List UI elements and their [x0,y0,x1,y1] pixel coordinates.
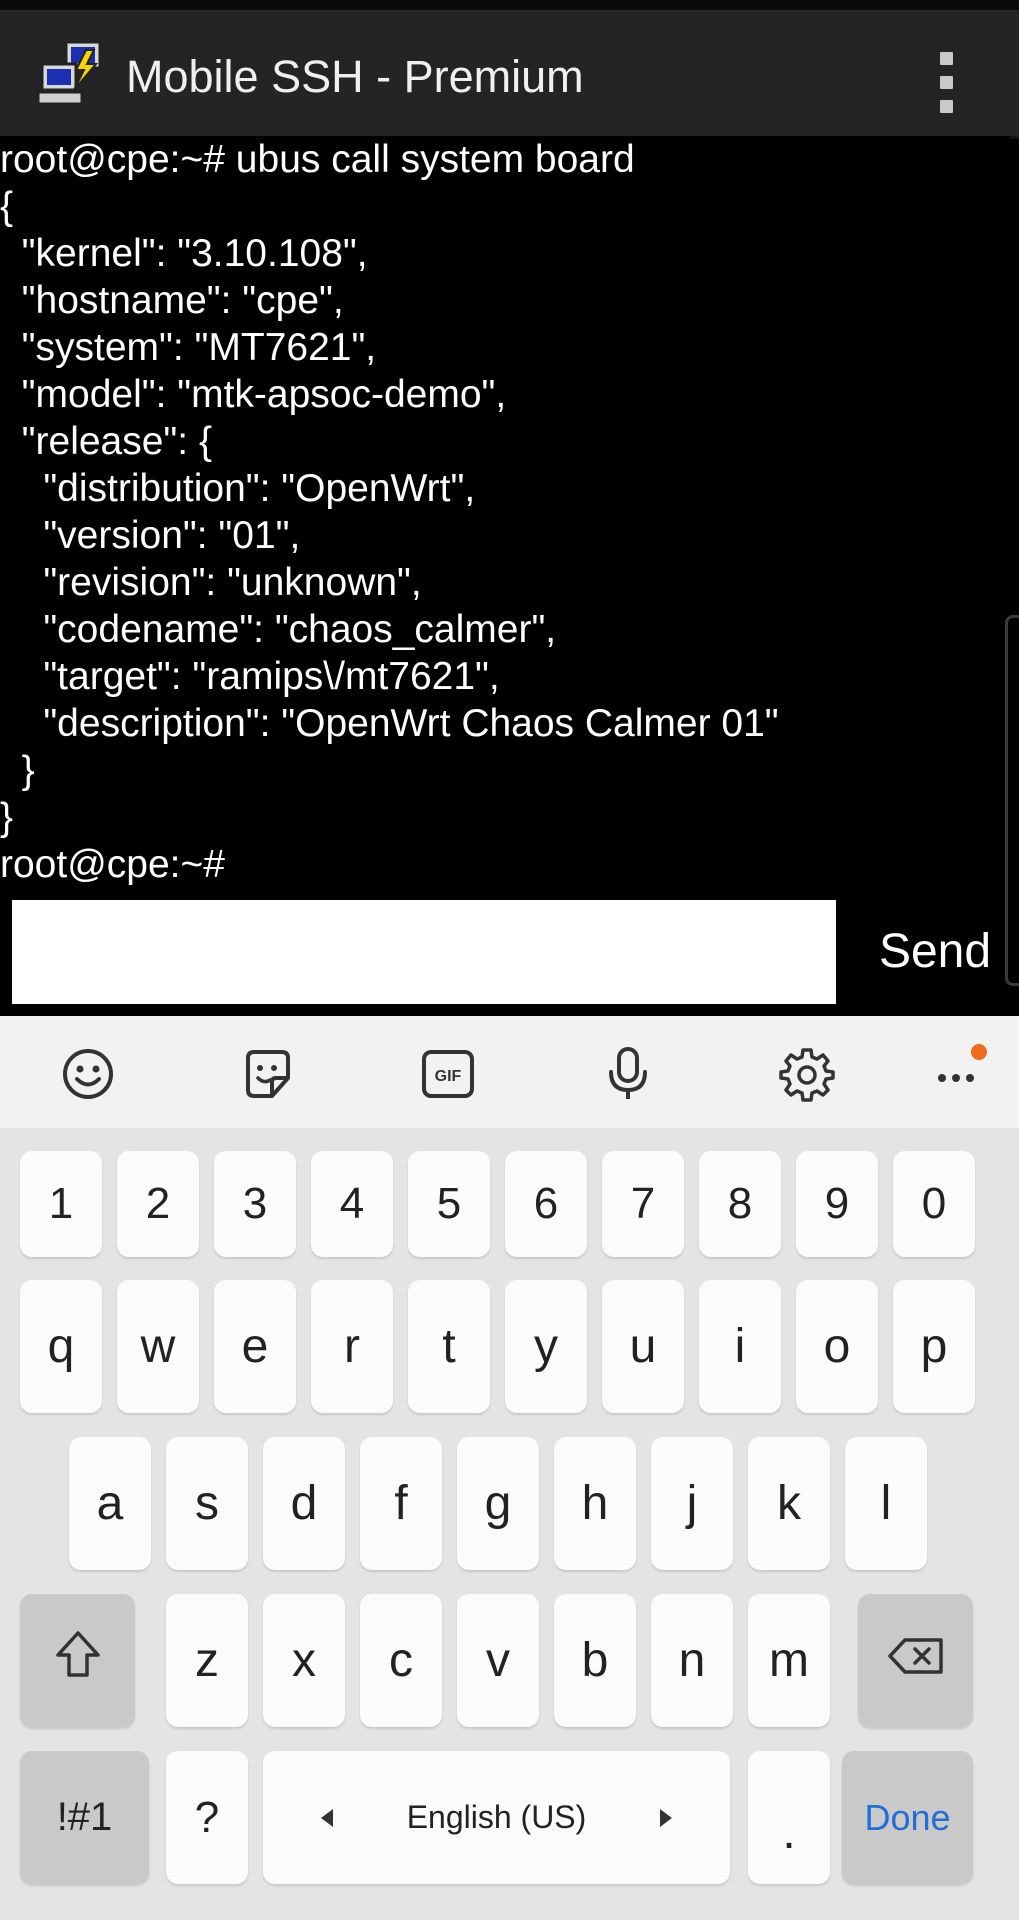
key-h[interactable]: h [554,1437,636,1570]
terminal-line: "description": "OpenWrt Chaos Calmer 01" [0,702,779,745]
shift-arrow-icon [54,1629,102,1693]
mobile-ssh-screen: Mobile SSH - Premium root@cpe:~# ubus ca… [0,0,1019,1920]
gif-label: GIF [435,1068,462,1085]
terminal-line: } [0,796,14,839]
key-s[interactable]: s [166,1437,248,1570]
space-key[interactable]: English (US) [263,1751,730,1884]
sticker-icon[interactable] [240,1046,296,1102]
send-button[interactable]: Send [860,900,1010,1004]
backspace-icon [887,1633,945,1688]
cursor-left-icon[interactable] [321,1808,333,1827]
key-0[interactable]: 0 [893,1151,975,1257]
key-3[interactable]: 3 [214,1151,296,1257]
done-button[interactable]: Done [842,1751,973,1884]
terminal-line: "model": "mtk-apsoc-demo", [0,373,507,416]
key-l[interactable]: l [845,1437,927,1570]
cursor-right-icon[interactable] [660,1808,672,1827]
key-j[interactable]: j [651,1437,733,1570]
terminal-line: } [0,749,35,792]
keyboard-toolbar: GIF [0,1016,1019,1128]
backspace-key[interactable] [858,1594,973,1727]
key-f[interactable]: f [360,1437,442,1570]
pc-connection-icon [36,38,114,110]
key-y[interactable]: y [505,1280,587,1413]
key-o[interactable]: o [796,1280,878,1413]
notification-dot [971,1044,987,1060]
more-vertical-icon[interactable] [924,48,968,118]
command-input[interactable] [12,900,836,1004]
terminal-line: "distribution": "OpenWrt", [0,467,476,510]
key-4[interactable]: 4 [311,1151,393,1257]
question-key[interactable]: ? [166,1751,248,1884]
key-n[interactable]: n [651,1594,733,1727]
done-label: Done [864,1796,951,1838]
key-k[interactable]: k [748,1437,830,1570]
shift-key[interactable] [20,1594,135,1727]
terminal-line: "hostname": "cpe", [0,279,344,322]
terminal-line: "codename": "chaos_calmer", [0,608,557,651]
key-p[interactable]: p [893,1280,975,1413]
terminal-line: { [0,185,14,228]
period-key[interactable]: . [748,1751,830,1884]
microphone-icon[interactable] [600,1046,656,1102]
emoji-icon[interactable] [60,1046,116,1102]
key-q[interactable]: q [20,1280,102,1413]
terminal-line: "version": "01", [0,514,301,557]
key-6[interactable]: 6 [505,1151,587,1257]
key-5[interactable]: 5 [408,1151,490,1257]
terminal-line: "system": "MT7621", [0,326,377,369]
key-g[interactable]: g [457,1437,539,1570]
terminal-line: root@cpe:~# ubus call system board [0,138,635,181]
key-x[interactable]: x [263,1594,345,1727]
key-1[interactable]: 1 [20,1151,102,1257]
key-d[interactable]: d [263,1437,345,1570]
key-b[interactable]: b [554,1594,636,1727]
key-r[interactable]: r [311,1280,393,1413]
space-key-label: English (US) [406,1799,587,1835]
key-u[interactable]: u [602,1280,684,1413]
key-z[interactable]: z [166,1594,248,1727]
terminal-prompt: root@cpe:~# [0,843,225,886]
key-a[interactable]: a [69,1437,151,1570]
key-c[interactable]: c [360,1594,442,1727]
symbols-key[interactable]: !#1 [20,1751,149,1884]
key-2[interactable]: 2 [117,1151,199,1257]
terminal-output[interactable]: root@cpe:~# ubus call system board { "ke… [0,136,1010,888]
key-8[interactable]: 8 [699,1151,781,1257]
key-t[interactable]: t [408,1280,490,1413]
key-i[interactable]: i [699,1280,781,1413]
settings-gear-icon[interactable] [779,1046,835,1102]
gif-icon[interactable]: GIF [420,1046,476,1102]
app-bar: Mobile SSH - Premium [0,10,1019,139]
app-title: Mobile SSH - Premium [126,51,584,102]
terminal-line: "kernel": "3.10.108", [0,232,368,275]
key-e[interactable]: e [214,1280,296,1413]
terminal-line: "target": "ramips\/mt7621", [0,655,500,698]
status-bar-strip [0,0,1019,10]
key-m[interactable]: m [748,1594,830,1727]
key-v[interactable]: v [457,1594,539,1727]
key-7[interactable]: 7 [602,1151,684,1257]
terminal-line: "release": { [0,420,212,463]
key-w[interactable]: w [117,1280,199,1413]
terminal-line: "revision": "unknown", [0,561,422,604]
key-9[interactable]: 9 [796,1151,878,1257]
